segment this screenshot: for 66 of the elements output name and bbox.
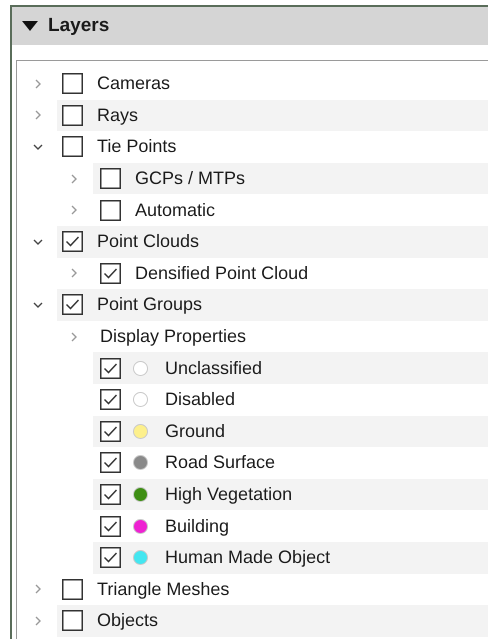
checkbox[interactable] [100, 547, 121, 568]
tree-row[interactable]: Point Groups [57, 289, 488, 321]
checkbox[interactable] [100, 516, 121, 537]
layer-label: Unclassified [165, 358, 262, 379]
chevron-right-icon[interactable] [69, 268, 79, 278]
tree-row[interactable]: Cameras [57, 68, 488, 100]
layer-label: Building [165, 516, 230, 537]
layer-label: Disabled [165, 389, 236, 410]
tree-row[interactable]: High Vegetation [93, 478, 488, 510]
layer-label: Point Groups [97, 294, 202, 316]
checkbox[interactable] [100, 358, 121, 379]
chevron-right-icon[interactable] [33, 584, 43, 594]
tree-row[interactable]: Unclassified [93, 352, 488, 384]
checkbox[interactable] [62, 104, 83, 126]
layer-label: Point Clouds [97, 231, 200, 252]
checkbox[interactable] [62, 610, 83, 632]
layer-label: Automatic [135, 200, 216, 221]
tree-row[interactable]: Disabled [93, 384, 488, 416]
layer-label: Objects [97, 610, 158, 632]
tree-row[interactable]: Automatic [93, 194, 488, 226]
layer-label: Triangle Meshes [97, 578, 230, 600]
checkbox[interactable] [100, 452, 121, 474]
checkbox[interactable] [100, 168, 121, 190]
chevron-right-icon[interactable] [69, 174, 79, 184]
checkbox[interactable] [100, 200, 121, 221]
checkbox[interactable] [62, 73, 83, 94]
chevron-right-icon[interactable] [69, 332, 79, 342]
tree-row[interactable]: Triangle Meshes [57, 574, 488, 606]
checkbox[interactable] [62, 294, 83, 316]
chevron-right-icon[interactable] [69, 205, 79, 216]
checkbox[interactable] [100, 484, 121, 506]
layer-label: Ground [165, 420, 226, 442]
tree-row[interactable]: Densified Point Cloud [93, 258, 488, 290]
layer-label: Road Surface [165, 452, 276, 474]
tree-row[interactable]: Ground [93, 416, 488, 448]
layer-label: GCPs / MTPs [135, 168, 246, 190]
tree-row[interactable]: Tie Points [57, 131, 488, 163]
tree-row[interactable]: GCPs / MTPs [93, 162, 488, 194]
tree-row[interactable]: Building [93, 510, 488, 542]
tree-row[interactable]: Human Made Object [93, 542, 488, 574]
chevron-right-icon[interactable] [33, 110, 43, 120]
checkbox[interactable] [100, 420, 121, 442]
layer-label: High Vegetation [165, 484, 292, 506]
layer-label: Densified Point Cloud [135, 262, 308, 284]
layer-label: Cameras [97, 73, 170, 94]
checkbox[interactable] [100, 389, 121, 410]
checkbox[interactable] [62, 136, 83, 158]
tree-row[interactable]: Point Clouds [57, 226, 488, 258]
chevron-right-icon[interactable] [33, 78, 43, 89]
chevron-right-icon[interactable] [33, 616, 43, 626]
tree-row[interactable]: Road Surface [93, 447, 488, 479]
layer-label: Display Properties [100, 326, 246, 348]
tree-row[interactable]: Display Properties [93, 320, 488, 352]
chevron-down-icon[interactable] [33, 236, 43, 247]
checkbox[interactable] [62, 231, 83, 252]
collapse-triangle-icon[interactable] [22, 20, 38, 32]
panel-header[interactable]: Layers [12, 7, 488, 45]
layer-label: Rays [97, 104, 138, 126]
tree-row[interactable]: Rays [57, 100, 488, 132]
tree-row[interactable]: Objects [57, 605, 488, 637]
checkbox[interactable] [62, 578, 83, 600]
checkbox[interactable] [100, 262, 121, 284]
chevron-down-icon[interactable] [33, 142, 43, 152]
chevron-down-icon[interactable] [33, 300, 43, 310]
layer-label: Tie Points [97, 136, 176, 158]
layer-label: Human Made Object [165, 547, 330, 568]
